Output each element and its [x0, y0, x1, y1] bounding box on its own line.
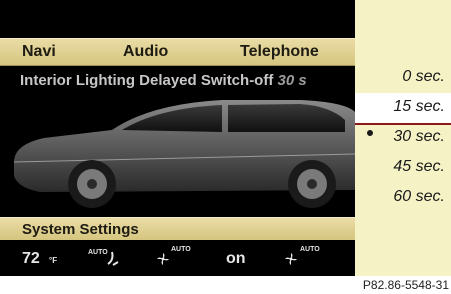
climate-on-label[interactable]: on [226, 250, 246, 268]
option-15-sec[interactable]: 15 sec. [361, 98, 445, 116]
auto-label-mid: AUTO [171, 246, 191, 253]
system-settings-bar[interactable]: System Settings [0, 217, 355, 240]
temperature-value[interactable]: 72 [22, 250, 40, 268]
car-image [13, 100, 355, 208]
option-0-sec[interactable]: 0 sec. [361, 68, 445, 86]
setting-value-suffix: 30 s [277, 72, 307, 89]
temperature-unit: °F [49, 256, 58, 265]
display-screen: Navi Audio Telephone Interior Lighting D… [0, 0, 355, 276]
option-45-sec[interactable]: 45 sec. [361, 158, 445, 176]
fan-icon-right[interactable] [285, 253, 297, 265]
option-60-sec[interactable]: 60 sec. [361, 188, 445, 206]
nav-item-navi[interactable]: Navi [22, 43, 56, 61]
climate-bar: 72 °F AUTO AUTO on AUTO [0, 240, 355, 276]
setting-title-text: Interior Lighting Delayed Switch-off [20, 72, 274, 89]
system-settings-label: System Settings [22, 221, 139, 238]
nav-item-audio[interactable]: Audio [123, 43, 168, 61]
nav-item-telephone[interactable]: Telephone [240, 43, 319, 61]
options-panel: 0 sec. 15 sec. 30 sec. 45 sec. 60 sec. [355, 0, 451, 276]
option-30-sec[interactable]: 30 sec. [361, 128, 445, 146]
main-nav-bar: Navi Audio Telephone [0, 38, 355, 66]
auto-label-right: AUTO [300, 246, 320, 253]
fan-icon-left[interactable] [157, 253, 169, 265]
auto-label-left: AUTO [88, 249, 108, 256]
top-strip [0, 0, 355, 36]
figure-caption: P82.86-5548-31 [362, 278, 449, 292]
air-distribution-icon[interactable] [106, 250, 120, 266]
setting-title: Interior Lighting Delayed Switch-off 30 … [20, 72, 355, 89]
